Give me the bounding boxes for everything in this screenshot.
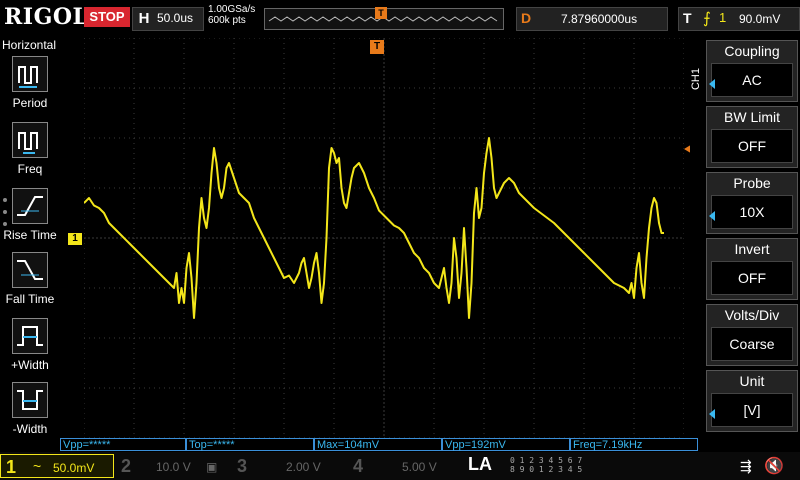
unit-button[interactable]: Unit [V] [706,370,798,432]
delay-box[interactable]: D 7.87960000us [516,7,668,31]
period-icon [12,56,48,92]
coupling-button[interactable]: Coupling AC [706,40,798,102]
delay-value: 7.87960000us [561,12,638,26]
positive-width-icon [12,318,48,354]
menu-item-label: Rise Time [3,228,57,242]
page-indicator-dot [3,222,7,226]
button-value: OFF [711,261,793,295]
ch3-scale: 2.00 V [286,460,321,474]
button-title: Probe [733,175,771,191]
button-value: [V] [711,393,793,427]
horizontal-label: H [138,10,150,27]
brand-logo: RIGOL [4,4,89,30]
trigger-position-marker: T [375,7,387,19]
ch4-status[interactable]: 4 5.00 V [348,454,458,478]
ch2-impedance-icon: ▣ [206,460,218,474]
memory-position-bar[interactable]: T [264,7,504,30]
channel-tab[interactable]: CH1 [690,68,706,90]
ch4-number: 4 [352,456,363,476]
usb-icon: ⇶ [740,458,752,474]
ch2-status[interactable]: 2 10.0 V ▣ [116,454,226,478]
ch2-scale: 10.0 V [156,460,191,474]
left-arrow-icon [709,409,715,419]
logic-channel-grid: 0 1 2 3 4 5 6 7 8 9 0 1 2 3 4 5 [510,456,582,474]
measurement-item[interactable]: Top=***** [186,438,314,451]
button-title: Unit [739,373,765,389]
horizontal-measure-menu: Horizontal Period Freq Rise Time Fall Ti… [0,38,60,438]
left-arrow-icon [709,211,715,221]
ch3-status[interactable]: 3 2.00 V [232,454,342,478]
ch1-status[interactable]: 1 ~ 50.0mV [0,454,114,478]
ch1-waveform [84,137,664,319]
button-value: Coarse [711,327,793,361]
ch1-number: 1 [5,457,16,477]
rising-edge-icon: ⨍ [703,10,711,27]
measurement-item[interactable]: Max=104mV [314,438,442,451]
channel-menu: CH1 Coupling AC BW Limit OFF Probe 10X I… [690,38,800,438]
button-title: BW Limit [724,109,780,125]
menu-item-fall-time[interactable]: Fall Time [0,252,60,306]
menu-item-freq[interactable]: Freq [0,122,60,176]
menu-item-label: Fall Time [5,292,55,306]
menu-item-negative-width[interactable]: -Width [0,382,60,436]
graticule [84,38,684,438]
menu-item-period[interactable]: Period [0,56,60,110]
memory-depth: 600k pts [208,15,246,26]
acquisition-info: 1.00GSa/s 600k pts [208,4,255,26]
timebase-box[interactable]: H 50.0us [132,7,204,31]
ch1-scale: 50.0mV [53,461,95,475]
invert-button[interactable]: Invert OFF [706,238,798,300]
volts-div-button[interactable]: Volts/Div Coarse [706,304,798,366]
trigger-level: 90.0mV [739,12,781,26]
timebase-value: 50.0us [157,11,194,25]
measurement-item[interactable]: Vpp=***** [60,438,186,451]
menu-item-rise-time[interactable]: Rise Time [0,188,60,242]
button-title: Invert [734,241,770,257]
button-value: AC [711,63,793,97]
logic-row: 0 1 2 3 4 5 6 7 [510,456,583,465]
delay-label: D [521,10,532,26]
menu-item-label: Period [12,96,48,110]
menu-item-label: -Width [12,422,48,436]
ch2-number: 2 [120,456,131,476]
ch1-ground-marker[interactable]: 1 [68,233,82,245]
ch1-coupling-icon: ~ [33,458,42,474]
run-stop-status[interactable]: STOP [84,7,130,27]
ch3-number: 3 [236,456,247,476]
trigger-box[interactable]: T ⨍ 1 90.0mV [678,7,800,31]
trigger-source: 1 [719,10,727,25]
bw-limit-button[interactable]: BW Limit OFF [706,106,798,168]
menu-item-label: Freq [17,162,43,176]
page-indicator-dot [3,210,7,214]
page-indicator-dot [3,198,7,202]
button-value: OFF [711,129,793,163]
measurement-item[interactable]: Vpp=192mV [442,438,570,451]
speaker-muted-icon[interactable]: 🔇 [764,456,784,476]
sample-rate: 1.00GSa/s [208,4,256,15]
menu-item-label: +Width [11,358,49,372]
ch4-scale: 5.00 V [402,460,437,474]
measurement-item[interactable]: Freq=7.19kHz [570,438,698,451]
trigger-position-indicator[interactable]: T [370,40,384,54]
probe-button[interactable]: Probe 10X [706,172,798,234]
logic-row: 8 9 0 1 2 3 4 5 [510,465,583,474]
button-title: Coupling [724,43,780,59]
rise-time-icon [12,188,48,224]
button-title: Volts/Div [724,307,780,323]
channel-status-bar: 1 ~ 50.0mV 2 10.0 V ▣ 3 2.00 V 4 5.00 V … [0,452,800,480]
left-arrow-icon [709,79,715,89]
fall-time-icon [12,252,48,288]
menu-title: Horizontal [2,38,57,52]
waveform-display[interactable] [84,38,684,438]
logic-analyzer-label[interactable]: LA [468,454,492,475]
trigger-label: T [683,10,692,26]
measurement-bar: Vpp=***** Top=***** Max=104mV Vpp=192mV … [60,438,700,452]
top-status-bar: RIGOL STOP H 50.0us 1.00GSa/s 600k pts T… [0,0,800,38]
button-value: 10X [711,195,793,229]
menu-item-positive-width[interactable]: +Width [0,318,60,372]
freq-icon [12,122,48,158]
negative-width-icon [12,382,48,418]
